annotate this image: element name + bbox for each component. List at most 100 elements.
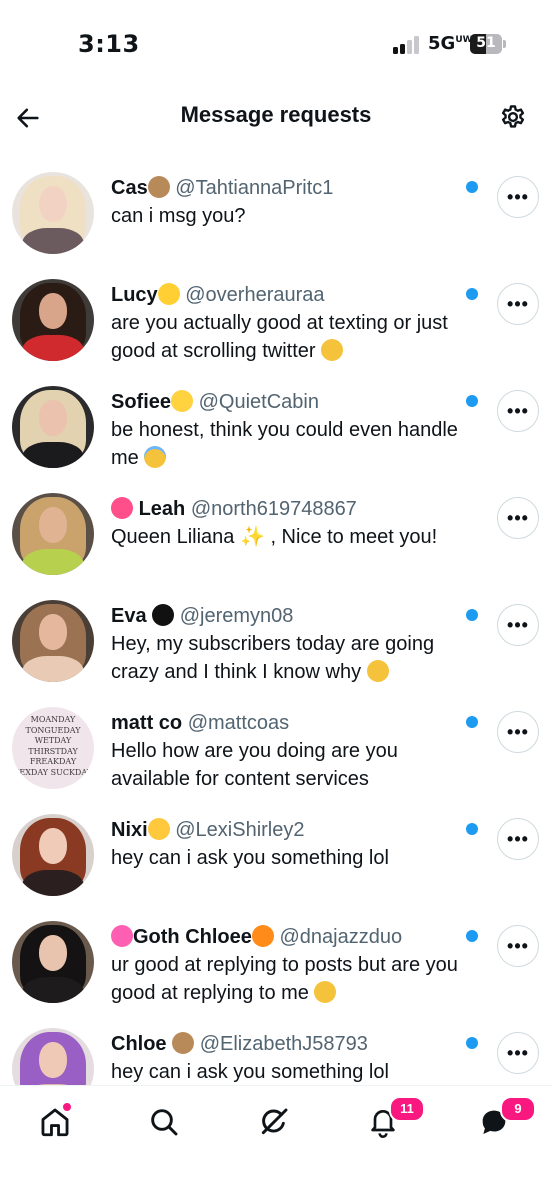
avatar[interactable] <box>12 386 94 468</box>
handle: @LexiShirley2 <box>175 819 305 841</box>
yellow-heart-icon <box>147 818 170 840</box>
grinning-face-with-sweat-icon <box>366 660 389 682</box>
avatar[interactable] <box>12 279 94 361</box>
more-options-button[interactable]: ••• <box>497 497 539 539</box>
dizzy-icon <box>171 390 194 412</box>
more-icon: ••• <box>507 1043 529 1063</box>
unread-dot <box>466 181 478 193</box>
request-row[interactable]: Sofiee @QuietCabin be honest, think you … <box>0 374 552 481</box>
display-name: Chloe <box>111 1033 167 1055</box>
more-options-button[interactable]: ••• <box>497 176 539 218</box>
bottom-tab-bar <box>0 1085 552 1200</box>
request-row[interactable]: Goth Chloee @dnajazzduo ur good at reply… <box>0 909 552 1016</box>
heart-with-arrow-icon <box>111 497 133 519</box>
avatar[interactable] <box>12 814 94 896</box>
unread-dot <box>466 716 478 728</box>
tab-grok[interactable] <box>248 1098 300 1146</box>
sender-line: Sofiee @QuietCabin <box>111 388 463 416</box>
status-bar: 3:13 5GUW 51 <box>0 0 552 90</box>
search-icon <box>151 1109 178 1136</box>
sender-line: Leah @north619748867 <box>111 495 463 523</box>
more-options-button[interactable]: ••• <box>497 925 539 967</box>
grinning-squinting-face-icon <box>314 981 337 1003</box>
gear-icon <box>501 105 525 128</box>
more-icon: ••• <box>507 401 529 421</box>
handle: @jeremyn08 <box>179 605 294 627</box>
network-label: 5G <box>428 33 456 54</box>
sender-line: Goth Chloee @dnajazzduo <box>111 923 463 951</box>
message-preview: can i msg you? <box>111 202 463 230</box>
avatar[interactable] <box>12 172 94 254</box>
see-no-evil-monkey-icon <box>172 1032 195 1054</box>
messages-badge: 9 <box>500 1096 536 1122</box>
notifications-badge: 11 <box>389 1096 425 1122</box>
handle: @QuietCabin <box>198 391 319 413</box>
signal-icon <box>393 36 421 54</box>
handle: @ElizabethJ58793 <box>199 1033 368 1055</box>
unread-dot <box>466 395 478 407</box>
page-title: Message requests <box>180 102 372 127</box>
request-row[interactable]: Leah @north619748867 Queen Liliana ✨ , N… <box>0 481 552 588</box>
status-time: 3:13 <box>78 30 140 58</box>
unread-dot <box>466 823 478 835</box>
display-name: Goth Chloee <box>133 926 252 948</box>
message-text: hey can i ask you something lol <box>111 1061 389 1083</box>
request-row[interactable]: Nixi @LexiShirley2 hey can i ask you som… <box>0 802 552 909</box>
request-row[interactable]: Chloe @ElizabethJ58793 hey can i ask you… <box>0 1016 552 1085</box>
more-icon: ••• <box>507 722 529 742</box>
sender-line: Nixi @LexiShirley2 <box>111 816 463 844</box>
more-icon: ••• <box>507 508 529 528</box>
message-preview: be honest, think you could even handle m… <box>111 416 463 472</box>
more-options-button[interactable]: ••• <box>497 711 539 753</box>
more-options-button[interactable]: ••• <box>497 390 539 432</box>
request-row[interactable]: Cas @TahtiannaPritc1 can i msg you? ••• <box>0 160 552 267</box>
avatar[interactable] <box>12 493 94 575</box>
avatar[interactable] <box>12 1028 94 1085</box>
unread-dot <box>466 930 478 942</box>
sender-line: matt co @mattcoas <box>111 709 463 737</box>
loudly-crying-face-icon <box>321 339 344 361</box>
message-request-list: Cas @TahtiannaPritc1 can i msg you? ••• … <box>0 160 552 1085</box>
sender-line: Cas @TahtiannaPritc1 <box>111 174 463 202</box>
request-row[interactable]: MOANDAY TONGUEDAY WETDAY THIRSTDAY FREAK… <box>0 695 552 802</box>
message-preview: hey can i ask you something lol <box>111 844 463 872</box>
display-name: Leah <box>138 498 186 520</box>
display-name: Cas <box>111 177 148 199</box>
unread-dot <box>466 609 478 621</box>
more-icon: ••• <box>507 294 529 314</box>
more-icon: ••• <box>507 615 529 635</box>
tab-home[interactable] <box>29 1098 81 1146</box>
message-preview: ur good at replying to posts but are you… <box>111 951 463 1007</box>
network-indicator: 5GUW <box>428 33 473 54</box>
see-no-evil-monkey-icon <box>147 176 170 198</box>
settings-button[interactable] <box>494 98 532 136</box>
home-unread-dot <box>63 1103 71 1111</box>
message-text: Hello how are you doing are you availabl… <box>111 740 398 790</box>
message-text: can i msg you? <box>111 205 246 227</box>
more-icon: ••• <box>507 187 529 207</box>
avatar[interactable] <box>12 600 94 682</box>
request-row[interactable]: Eva @jeremyn08 Hey, my subscribers today… <box>0 588 552 695</box>
handle: @dnajazzduo <box>279 926 403 948</box>
more-options-button[interactable]: ••• <box>497 604 539 646</box>
sender-line: Chloe @ElizabethJ58793 <box>111 1030 463 1058</box>
more-options-button[interactable]: ••• <box>497 283 539 325</box>
message-text: are you actually good at texting or just… <box>111 312 448 362</box>
more-options-button[interactable]: ••• <box>497 818 539 860</box>
more-options-button[interactable]: ••• <box>497 1032 539 1074</box>
display-name: Sofiee <box>111 391 172 413</box>
request-row[interactable]: Lucy @overherauraa are you actually good… <box>0 267 552 374</box>
message-preview: Queen Liliana ✨ , Nice to meet you! <box>111 523 463 551</box>
handle: @overherauraa <box>185 284 325 306</box>
message-preview: are you actually good at texting or just… <box>111 309 463 365</box>
avatar[interactable]: MOANDAY TONGUEDAY WETDAY THIRSTDAY FREAK… <box>12 707 94 789</box>
orange-heart-icon <box>251 925 274 947</box>
more-icon: ••• <box>507 829 529 849</box>
smiling-face-with-halo-icon <box>144 446 167 468</box>
tab-search[interactable] <box>138 1098 190 1146</box>
sender-line: Eva @jeremyn08 <box>111 602 463 630</box>
hatching-chick-icon <box>157 283 180 305</box>
handle: @TahtiannaPritc1 <box>175 177 334 199</box>
avatar[interactable] <box>12 921 94 1003</box>
more-icon: ••• <box>507 936 529 956</box>
